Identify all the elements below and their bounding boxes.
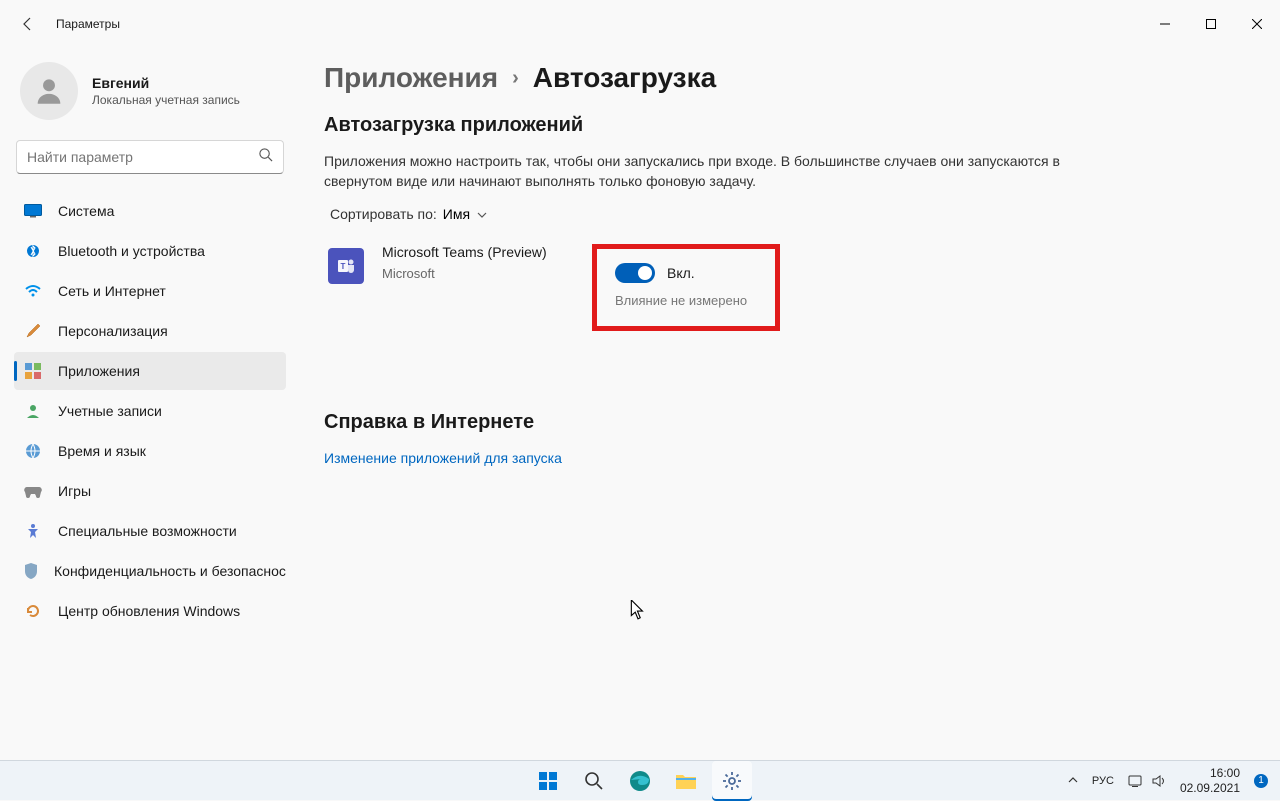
- chevron-right-icon: ›: [512, 67, 519, 90]
- display-icon: [24, 202, 42, 220]
- impact-label: Влияние не измерено: [615, 293, 747, 308]
- nav-label: Система: [58, 203, 114, 219]
- nav-label: Учетные записи: [58, 403, 162, 419]
- clock-date: 02.09.2021: [1180, 781, 1240, 795]
- nav-system[interactable]: Система: [14, 192, 286, 230]
- profile-block[interactable]: Евгений Локальная учетная запись: [14, 56, 286, 136]
- taskbar-explorer-button[interactable]: [666, 761, 706, 801]
- nav-label: Сеть и Интернет: [58, 283, 166, 299]
- breadcrumb-current: Автозагрузка: [533, 62, 716, 94]
- profile-name: Евгений: [92, 75, 240, 91]
- volume-icon: [1152, 774, 1166, 788]
- tray-overflow-button[interactable]: [1068, 775, 1078, 787]
- search-icon: [258, 147, 273, 167]
- taskbar: РУС 16:00 02.09.2021 1: [0, 760, 1280, 800]
- breadcrumb-parent[interactable]: Приложения: [324, 62, 498, 94]
- help-link[interactable]: Изменение приложений для запуска: [324, 450, 1240, 466]
- clock-globe-icon: [24, 442, 42, 460]
- back-button[interactable]: [8, 4, 48, 44]
- main-content: Приложения › Автозагрузка Автозагрузка п…: [300, 48, 1280, 760]
- nav-label: Конфиденциальность и безопасность: [54, 563, 286, 579]
- svg-text:T: T: [341, 262, 346, 271]
- window-title: Параметры: [56, 17, 120, 31]
- maximize-button[interactable]: [1188, 8, 1234, 40]
- nav-label: Время и язык: [58, 443, 146, 459]
- toggle-label: Вкл.: [667, 265, 695, 281]
- search-box[interactable]: [16, 140, 284, 174]
- system-tray: РУС 16:00 02.09.2021 1: [1068, 766, 1280, 795]
- tray-status-area[interactable]: [1128, 774, 1166, 788]
- nav-label: Персонализация: [58, 323, 168, 339]
- network-icon: [1128, 774, 1144, 788]
- taskbar-edge-button[interactable]: [620, 761, 660, 801]
- sort-value: Имя: [443, 206, 470, 222]
- language-indicator[interactable]: РУС: [1092, 775, 1114, 787]
- nav-label: Специальные возможности: [58, 523, 237, 539]
- avatar: [20, 62, 78, 120]
- nav-privacy[interactable]: Конфиденциальность и безопасность: [14, 552, 286, 590]
- apps-icon: [24, 362, 42, 380]
- titlebar: Параметры: [0, 0, 1280, 48]
- help-title: Справка в Интернете: [324, 411, 1240, 434]
- nav-network[interactable]: Сеть и Интернет: [14, 272, 286, 310]
- nav-bluetooth[interactable]: Bluetooth и устройства: [14, 232, 286, 270]
- nav-label: Игры: [58, 483, 91, 499]
- highlight-box: Вкл. Влияние не измерено: [592, 244, 780, 331]
- breadcrumb: Приложения › Автозагрузка: [324, 62, 1240, 94]
- profile-subtitle: Локальная учетная запись: [92, 93, 240, 107]
- taskbar-settings-button[interactable]: [712, 761, 752, 801]
- nav-time-language[interactable]: Время и язык: [14, 432, 286, 470]
- bluetooth-icon: [24, 242, 42, 260]
- sidebar: Евгений Локальная учетная запись Система…: [0, 48, 300, 760]
- clock[interactable]: 16:00 02.09.2021: [1180, 766, 1240, 795]
- nav-apps[interactable]: Приложения: [14, 352, 286, 390]
- wifi-icon: [24, 282, 42, 300]
- nav-label: Центр обновления Windows: [58, 603, 240, 619]
- search-input[interactable]: [27, 149, 258, 165]
- nav-label: Приложения: [58, 363, 140, 379]
- nav-gaming[interactable]: Игры: [14, 472, 286, 510]
- startup-app-row: T Microsoft Teams (Preview) Microsoft Вк…: [324, 236, 1240, 339]
- chevron-down-icon: [476, 206, 488, 222]
- close-button[interactable]: [1234, 8, 1280, 40]
- section-title: Автозагрузка приложений: [324, 114, 1240, 137]
- taskbar-search-button[interactable]: [574, 761, 614, 801]
- minimize-button[interactable]: [1142, 8, 1188, 40]
- startup-toggle[interactable]: [615, 263, 655, 283]
- clock-time: 16:00: [1180, 766, 1240, 780]
- app-publisher: Microsoft: [382, 266, 592, 281]
- nav-personalization[interactable]: Персонализация: [14, 312, 286, 350]
- section-description: Приложения можно настроить так, чтобы он…: [324, 151, 1084, 192]
- person-icon: [24, 402, 42, 420]
- gamepad-icon: [24, 482, 42, 500]
- app-name: Microsoft Teams (Preview): [382, 244, 592, 260]
- sort-label: Сортировать по:: [330, 206, 437, 222]
- shield-icon: [24, 562, 38, 580]
- update-icon: [24, 602, 42, 620]
- sort-dropdown[interactable]: Сортировать по: Имя: [324, 206, 1240, 222]
- accessibility-icon: [24, 522, 42, 540]
- teams-icon: T: [328, 248, 364, 284]
- nav-accessibility[interactable]: Специальные возможности: [14, 512, 286, 550]
- start-button[interactable]: [528, 761, 568, 801]
- notification-badge[interactable]: 1: [1254, 774, 1268, 788]
- brush-icon: [24, 322, 42, 340]
- nav-label: Bluetooth и устройства: [58, 243, 205, 259]
- nav-windows-update[interactable]: Центр обновления Windows: [14, 592, 286, 630]
- nav-accounts[interactable]: Учетные записи: [14, 392, 286, 430]
